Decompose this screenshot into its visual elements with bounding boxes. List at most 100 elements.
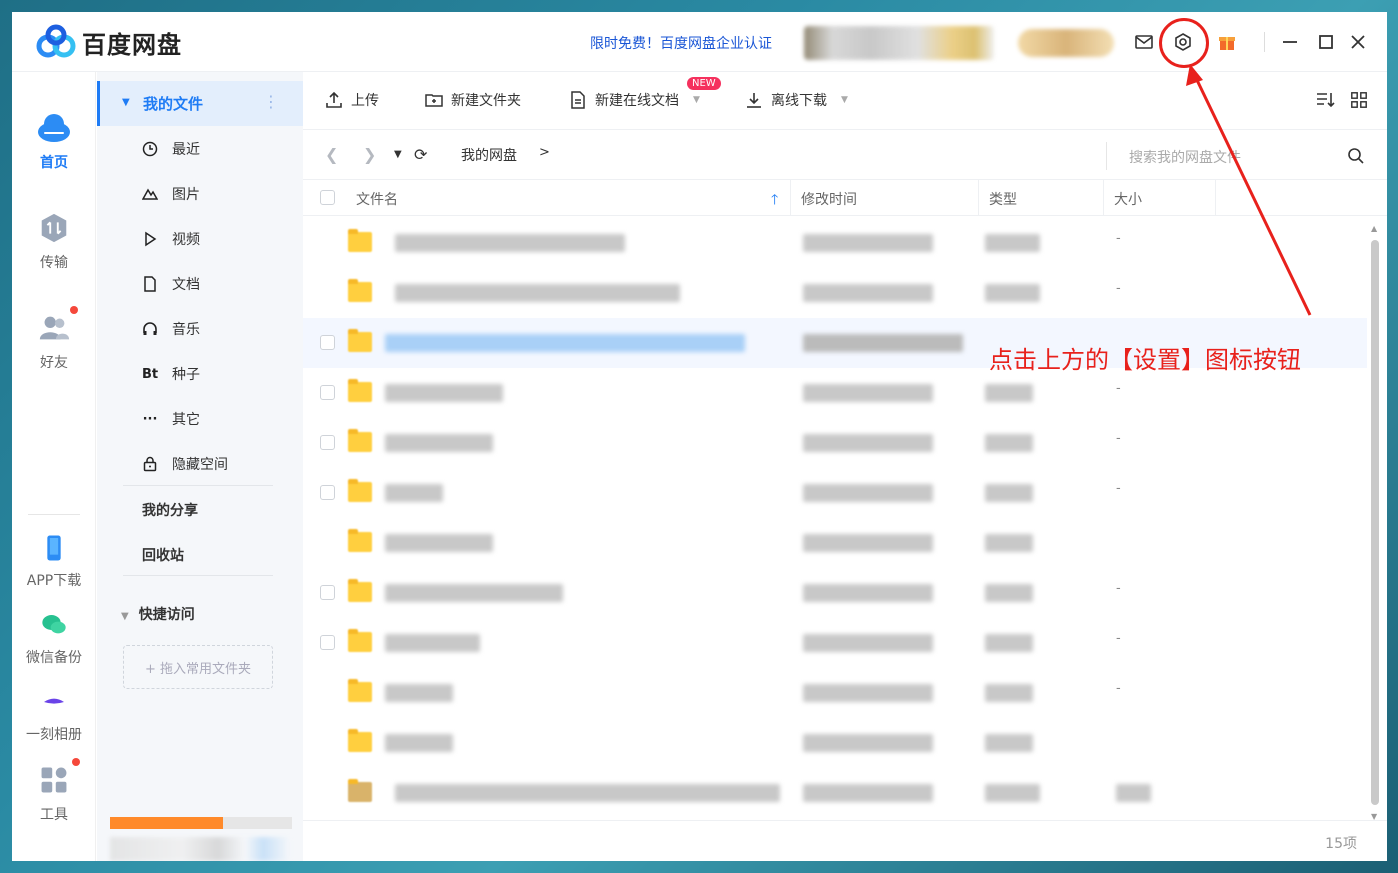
sidebar-quick-access[interactable]: ▼ 快捷访问	[121, 604, 195, 624]
history-dropdown-icon[interactable]: ▼	[394, 149, 402, 160]
sort-asc-icon[interactable]: 🡑	[771, 189, 778, 213]
upload-button[interactable]: 上传	[325, 90, 379, 110]
gift-icon[interactable]	[1215, 30, 1239, 54]
headphones-icon	[140, 319, 160, 339]
file-size-blurred	[1116, 784, 1151, 802]
offline-download-label: 离线下载	[771, 93, 827, 109]
table-row[interactable]: -	[303, 218, 1367, 268]
more-vertical-icon[interactable]: ⋮	[263, 92, 279, 111]
quick-access-drop-zone[interactable]: + 拖入常用文件夹	[123, 645, 273, 689]
new-folder-icon	[425, 94, 443, 107]
row-checkbox[interactable]	[320, 585, 335, 600]
file-type	[985, 484, 1033, 502]
search-input[interactable]: 搜索我的网盘文件	[1129, 147, 1241, 167]
nav-app-download[interactable]: APP下载	[12, 530, 96, 590]
nav-home[interactable]: 首页	[12, 110, 96, 172]
sidebar-item-videos[interactable]: 视频	[140, 227, 200, 251]
scroll-up-icon[interactable]: ▲	[1371, 224, 1377, 233]
sidebar-item-images[interactable]: 图片	[140, 182, 200, 206]
row-checkbox[interactable]	[320, 485, 335, 500]
sidebar-item-torrents[interactable]: Bt 种子	[140, 362, 200, 386]
header-modified[interactable]: 修改时间	[801, 189, 857, 209]
back-arrow-icon[interactable]: ❮	[325, 145, 338, 164]
folder-icon	[348, 679, 372, 702]
tools-notification-dot	[72, 758, 80, 766]
file-type	[985, 384, 1033, 402]
file-name	[385, 334, 745, 352]
new-online-doc-button[interactable]: 新建在线文档 ▼	[569, 90, 700, 110]
modified-time	[803, 734, 933, 752]
offline-download-button[interactable]: 离线下载 ▼	[745, 90, 848, 110]
folder-icon	[348, 429, 372, 452]
sidebar-item-other[interactable]: ··· 其它	[140, 407, 200, 431]
nav-wechat-backup[interactable]: 微信备份	[12, 607, 96, 667]
phone-icon	[36, 530, 72, 566]
sort-icon[interactable]	[1315, 90, 1335, 110]
sidebar-my-share[interactable]: 我的分享	[142, 500, 198, 520]
row-checkbox[interactable]	[320, 435, 335, 450]
table-row[interactable]	[303, 518, 1367, 568]
sidebar-quick-access-label: 快捷访问	[138, 607, 195, 623]
breadcrumb-root[interactable]: 我的网盘	[461, 145, 517, 165]
nav-friends[interactable]: 好友	[12, 306, 96, 372]
grid-view-icon[interactable]	[1349, 90, 1369, 110]
refresh-icon[interactable]: ⟳	[414, 145, 427, 164]
row-checkbox[interactable]	[320, 385, 335, 400]
dropdown-arrow-icon[interactable]: ▼	[841, 95, 848, 105]
table-row[interactable]: -	[303, 468, 1367, 518]
sidebar-recycle-bin[interactable]: 回收站	[142, 545, 184, 565]
table-row[interactable]	[303, 718, 1367, 768]
dropdown-arrow-icon[interactable]: ▼	[693, 95, 700, 105]
sidebar-my-files[interactable]: ▼ 我的文件 ⋮	[97, 81, 303, 126]
file-icon	[348, 779, 372, 802]
download-icon	[747, 93, 761, 108]
row-checkbox[interactable]	[320, 635, 335, 650]
select-all-checkbox[interactable]	[320, 190, 335, 205]
search-icon[interactable]	[1346, 146, 1366, 166]
caret-down-icon: ▼	[121, 611, 129, 622]
table-row[interactable]	[303, 768, 1367, 818]
maximize-icon[interactable]	[1314, 30, 1338, 54]
user-profile[interactable]	[804, 26, 994, 60]
nav-transfer[interactable]: 传输	[12, 210, 96, 272]
table-row[interactable]: -	[303, 618, 1367, 668]
table-row[interactable]: -	[303, 418, 1367, 468]
sidebar-item-documents[interactable]: 文档	[140, 272, 200, 296]
close-icon[interactable]	[1346, 30, 1370, 54]
table-row[interactable]: -	[303, 368, 1367, 418]
app-logo: 百度网盘	[34, 24, 182, 60]
minimize-icon[interactable]	[1278, 30, 1302, 54]
file-name	[395, 284, 680, 302]
row-checkbox[interactable]	[320, 335, 335, 350]
sidebar-item-label: 最近	[172, 142, 200, 158]
mail-icon[interactable]	[1132, 30, 1156, 54]
sidebar-item-recent[interactable]: 最近	[140, 137, 200, 161]
nav-album[interactable]: 一刻相册	[12, 684, 96, 744]
nav-app-download-label: APP下载	[26, 573, 82, 589]
play-icon	[140, 229, 160, 249]
table-row[interactable]: -	[303, 668, 1367, 718]
search-box[interactable]: 搜索我的网盘文件	[1106, 142, 1366, 170]
sidebar-item-hidden-space[interactable]: 隐藏空间	[140, 452, 228, 476]
table-row[interactable]: -	[303, 268, 1367, 318]
header-type[interactable]: 类型	[989, 189, 1017, 209]
header-size[interactable]: 大小	[1114, 189, 1142, 209]
caret-down-icon: ▼	[122, 97, 130, 108]
new-folder-button[interactable]: 新建文件夹	[425, 90, 521, 110]
album-icon	[36, 684, 72, 720]
vip-badge[interactable]	[1018, 29, 1114, 57]
header-name[interactable]: 文件名	[356, 189, 398, 209]
vertical-scrollbar[interactable]: ▲ ▼	[1368, 224, 1382, 824]
cloud-icon	[36, 110, 72, 146]
file-name	[385, 384, 503, 402]
file-size: -	[1116, 281, 1121, 296]
file-size: -	[1116, 631, 1121, 646]
table-row[interactable]: -	[303, 568, 1367, 618]
document-icon	[571, 91, 585, 109]
nav-tools[interactable]: 工具	[12, 758, 96, 824]
scrollbar-thumb[interactable]	[1371, 240, 1379, 805]
sidebar-item-music[interactable]: 音乐	[140, 317, 200, 341]
promo-link[interactable]: 限时免费！百度网盘企业认证	[590, 33, 772, 53]
forward-arrow-icon[interactable]: ❯	[363, 145, 376, 164]
left-nav: 首页 传输 好友 APP下载 微信备份 一刻相册 工具	[12, 72, 96, 861]
